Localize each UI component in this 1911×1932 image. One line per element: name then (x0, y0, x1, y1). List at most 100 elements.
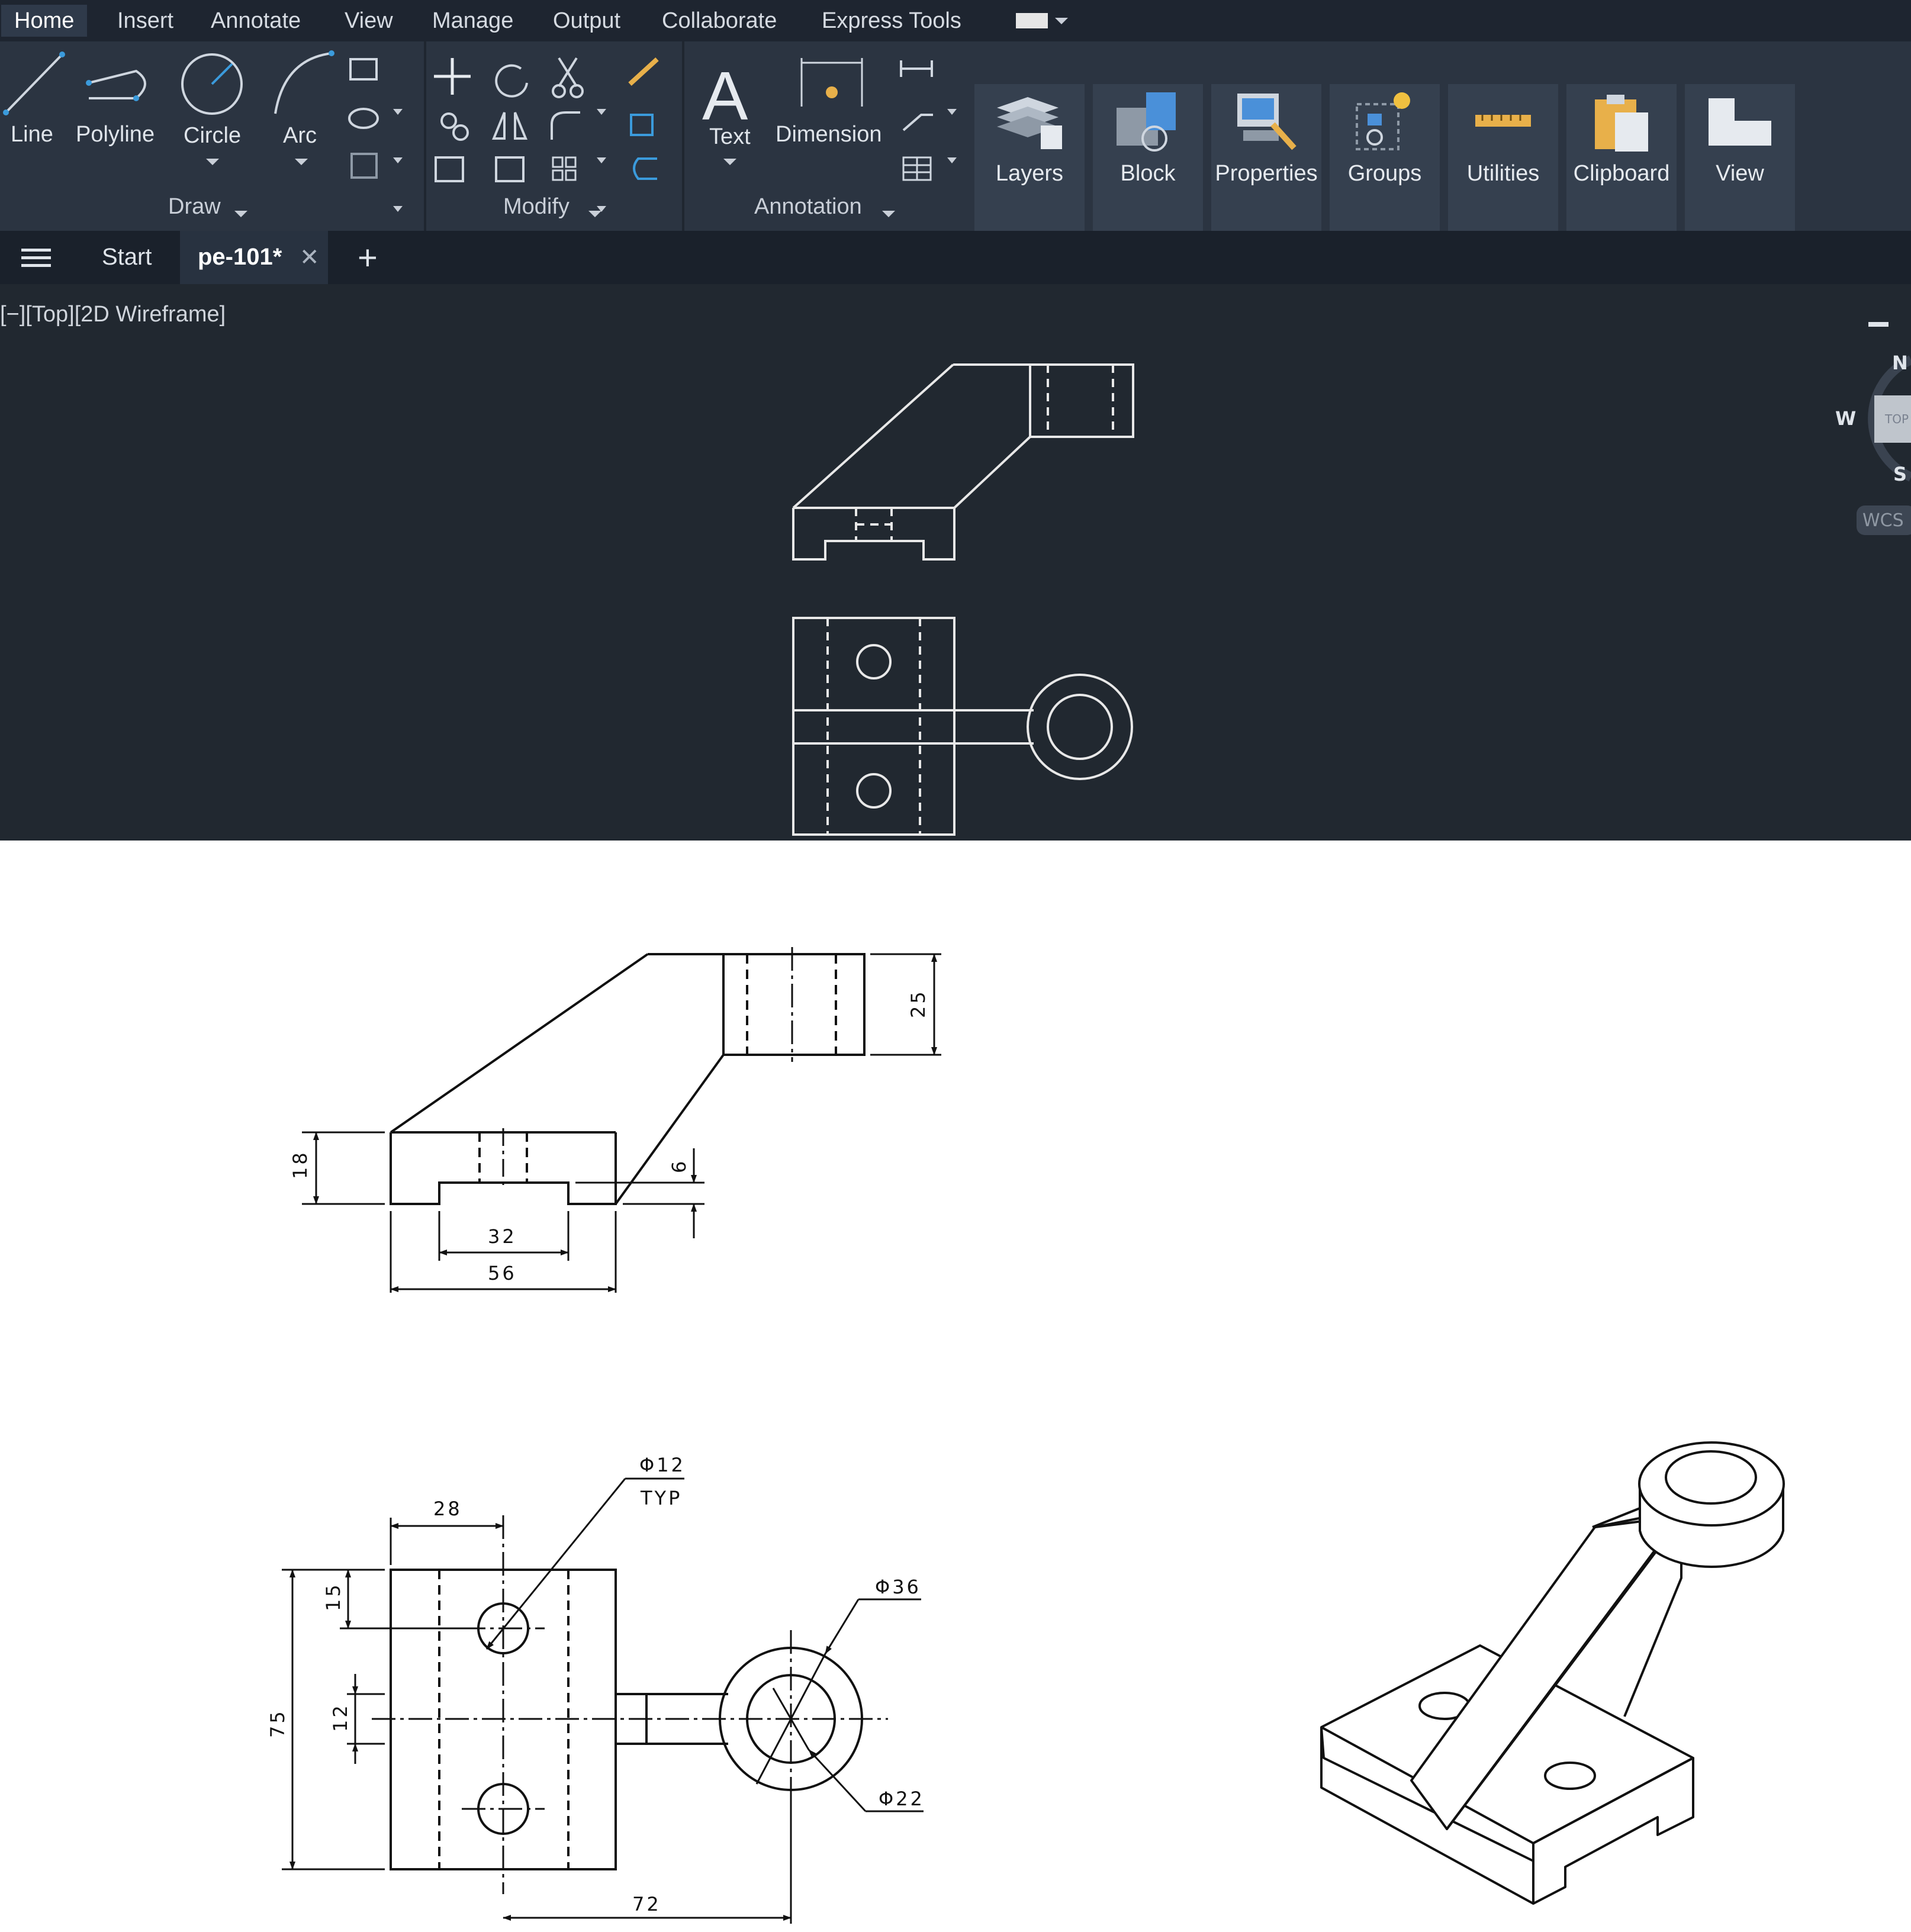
chevron-down-icon[interactable] (1055, 18, 1068, 24)
file-tab-bar: Start pe-101* ✕ + (0, 231, 1911, 284)
block-label: Block (1120, 161, 1176, 186)
stretch-icon[interactable] (435, 156, 464, 182)
copy-icon[interactable] (440, 112, 469, 141)
dim-18: 18 (289, 1150, 311, 1179)
front-view (390, 947, 866, 1205)
table-icon[interactable] (902, 156, 932, 181)
dimension-label[interactable]: Dimension (776, 122, 882, 147)
modify-panel-label[interactable]: Modify (503, 194, 570, 220)
tab-annotate[interactable]: Annotate (211, 5, 301, 37)
chevron-down-icon[interactable] (206, 159, 219, 165)
chevron-down-icon[interactable] (597, 157, 606, 163)
wcs-menu[interactable]: WCS (1862, 510, 1904, 531)
wireframe-front-view (792, 363, 1134, 561)
ribbon: A Line Polyline Circle Arc Draw Modify T… (0, 41, 1911, 268)
mirror-icon[interactable] (492, 112, 527, 140)
chevron-down-icon[interactable] (234, 211, 247, 217)
properties-icon (1237, 94, 1296, 150)
chevron-down-icon[interactable] (947, 109, 957, 115)
arc-label[interactable]: Arc (283, 123, 317, 149)
circle-icon[interactable] (181, 53, 243, 115)
tab-manage[interactable]: Manage (432, 5, 513, 37)
start-tab[interactable]: Start (102, 244, 152, 271)
block-icon (1117, 92, 1176, 152)
move-icon[interactable] (434, 58, 471, 95)
top-view (372, 1515, 888, 1894)
view-icon (1709, 98, 1771, 146)
front-view-dimensions (302, 953, 941, 1293)
erase-icon[interactable] (628, 57, 659, 86)
viewcube-compass[interactable] (1857, 355, 1911, 535)
chevron-down-icon[interactable] (393, 206, 403, 212)
tab-output[interactable]: Output (553, 5, 620, 37)
clipboard-icon (1595, 95, 1648, 152)
dim-12: 12 (329, 1703, 352, 1732)
isometric-view (1320, 1441, 1785, 1905)
tab-collaborate[interactable]: Collaborate (662, 5, 777, 37)
compass-south[interactable]: S (1893, 463, 1907, 485)
chevron-down-icon[interactable] (597, 109, 606, 115)
hamburger-menu-icon[interactable] (15, 231, 63, 284)
chevron-down-icon[interactable] (393, 157, 403, 163)
array-icon[interactable] (552, 156, 577, 181)
tab-insert[interactable]: Insert (117, 5, 173, 37)
polyline-label[interactable]: Polyline (76, 122, 155, 147)
viewcube-top-face[interactable]: TOP (1885, 412, 1909, 426)
dim-6: 6 (668, 1159, 690, 1173)
dim-28: 28 (433, 1498, 462, 1520)
text-label[interactable]: Text (709, 124, 751, 150)
annotation-panel-label[interactable]: Annotation (754, 194, 862, 220)
tab-home[interactable]: Home (1, 5, 88, 37)
layers-icon (997, 97, 1062, 149)
wireframe-top-view (792, 617, 1133, 836)
linear-dimension-icon[interactable] (900, 60, 933, 77)
drawing-viewport[interactable]: [−][Top][2D Wireframe] N W S TOP WCS (0, 290, 1911, 841)
fillet-icon[interactable] (551, 111, 580, 140)
dim-15: 15 (322, 1582, 345, 1611)
groups-label: Groups (1347, 161, 1422, 186)
circle-label[interactable]: Circle (184, 123, 241, 149)
dim-outer-dia: Φ36 (875, 1576, 921, 1598)
tab-express-tools[interactable]: Express Tools (822, 5, 961, 37)
minimize-icon[interactable] (1868, 322, 1889, 327)
polyline-icon[interactable] (86, 69, 146, 101)
offset-icon[interactable] (633, 157, 657, 180)
workspace-dropdown[interactable] (1016, 13, 1048, 28)
arc-icon[interactable] (274, 50, 334, 114)
dim-56: 56 (488, 1262, 517, 1284)
scale-icon[interactable] (495, 156, 525, 182)
chevron-down-icon[interactable] (947, 157, 957, 163)
dim-75: 75 (266, 1709, 289, 1738)
dim-72: 72 (632, 1893, 661, 1915)
close-icon[interactable]: ✕ (300, 244, 320, 271)
explode-icon[interactable] (630, 114, 654, 136)
file-tab-label: pe-101* (198, 244, 282, 270)
chevron-down-icon[interactable] (723, 159, 736, 165)
compass-west[interactable]: W (1835, 407, 1856, 430)
dim-25: 25 (907, 989, 929, 1018)
view-panel-label: View (1716, 161, 1764, 186)
trim-icon[interactable] (552, 57, 584, 98)
hatch-icon[interactable] (350, 153, 378, 179)
line-label[interactable]: Line (11, 122, 53, 147)
rectangle-icon[interactable] (349, 58, 378, 80)
chevron-down-icon[interactable] (588, 211, 601, 217)
text-tool-icon[interactable]: A (702, 57, 748, 134)
chevron-down-icon[interactable] (393, 109, 403, 115)
groups-icon (1356, 92, 1410, 150)
tab-view[interactable]: View (345, 5, 393, 37)
draw-panel-label[interactable]: Draw (168, 194, 221, 220)
leader-icon[interactable] (902, 114, 933, 131)
chevron-down-icon[interactable] (882, 211, 895, 217)
compass-north[interactable]: N (1892, 352, 1908, 374)
dimension-icon[interactable] (800, 58, 863, 107)
autocad-window: Home Insert Annotate View Manage Output … (0, 0, 1911, 841)
new-tab-plus-icon[interactable]: + (358, 238, 378, 278)
dim-hole-dia: Φ12 (639, 1454, 686, 1476)
reference-drawing-sheet: 25 18 6 32 56 28 15 75 12 72 Φ12 TYP Φ36… (0, 841, 1911, 1932)
line-icon[interactable] (3, 51, 65, 115)
dim-32: 32 (488, 1225, 517, 1248)
chevron-down-icon[interactable] (295, 159, 308, 165)
rotate-icon[interactable] (495, 64, 528, 98)
ellipse-icon[interactable] (348, 108, 379, 129)
